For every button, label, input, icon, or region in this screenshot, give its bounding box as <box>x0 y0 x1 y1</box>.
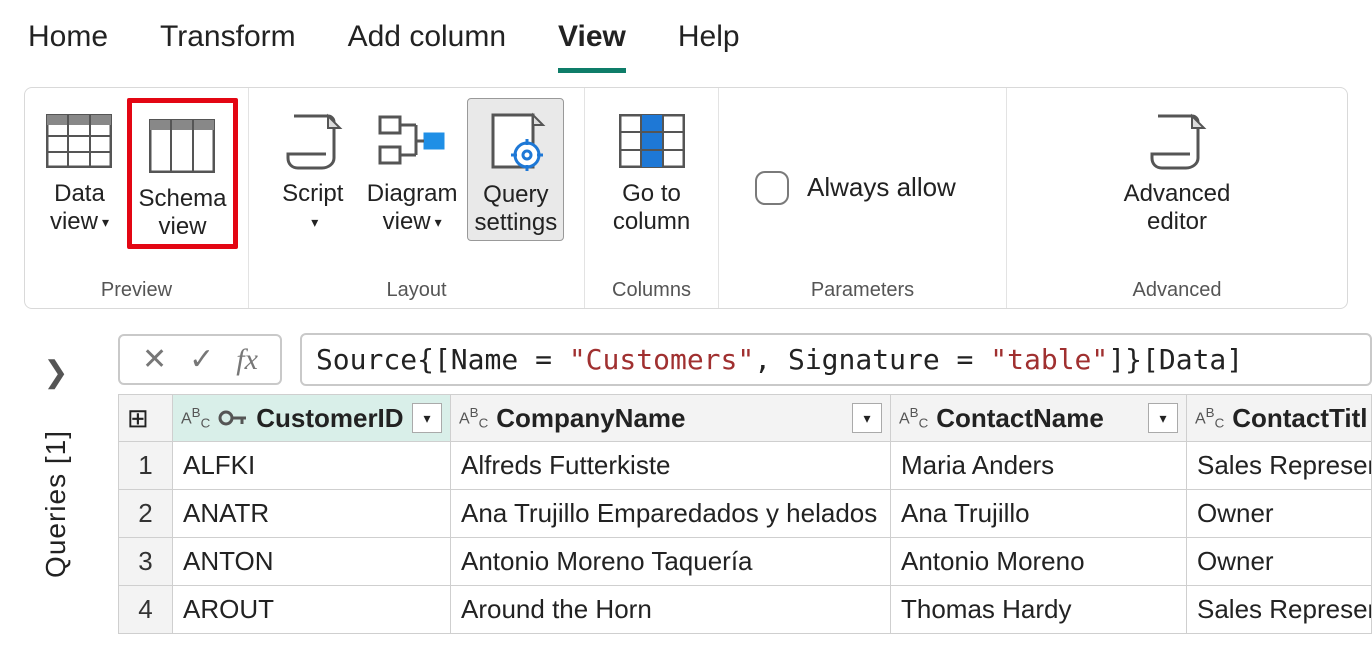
column-dropdown-icon[interactable]: ▾ <box>412 403 442 433</box>
ribbon: Data view▾ Schema view Preview Script ▾ <box>24 87 1348 309</box>
type-text-icon: ABC <box>181 405 210 431</box>
schema-view-icon <box>149 107 215 185</box>
type-text-icon: ABC <box>459 405 488 431</box>
chevron-down-icon: ▾ <box>102 214 109 230</box>
tab-home[interactable]: Home <box>28 20 108 73</box>
ribbon-group-advanced: Advanced editor Advanced <box>1007 88 1347 308</box>
chevron-down-icon: ▾ <box>311 214 318 230</box>
type-text-icon: ABC <box>1195 405 1224 431</box>
table-corner[interactable]: ⊞ <box>119 395 173 442</box>
formula-bar: ✕ ✓ fx Source{[Name = "Customers", Signa… <box>118 333 1372 386</box>
diagram-view-icon <box>376 102 448 180</box>
column-header-companyname[interactable]: ABC CompanyName ▾ <box>451 395 891 442</box>
expand-queries-icon[interactable]: ❯ <box>43 355 68 390</box>
column-header-contactname[interactable]: ABC ContactName ▾ <box>891 395 1187 442</box>
advanced-editor-button[interactable]: Advanced editor <box>1118 98 1237 239</box>
ribbon-group-parameters: Always allow Parameters <box>719 88 1007 308</box>
workspace: ❯ Queries [1] ✕ ✓ fx Source{[Name = "Cus… <box>0 333 1372 634</box>
cancel-formula-icon[interactable]: ✕ <box>142 342 167 377</box>
ribbon-group-preview: Data view▾ Schema view Preview <box>25 88 249 308</box>
script-icon <box>280 102 346 180</box>
tab-add-column[interactable]: Add column <box>348 20 506 73</box>
data-preview-table: ⊞ ABC CustomerID ▾ <box>118 394 1372 634</box>
tab-view[interactable]: View <box>558 20 626 73</box>
queries-pane-label[interactable]: Queries [1] <box>40 430 72 578</box>
group-label-columns: Columns <box>612 277 691 302</box>
data-view-button[interactable]: Data view▾ <box>35 98 123 239</box>
ribbon-tabs: Home Transform Add column View Help <box>0 0 1372 73</box>
query-settings-icon <box>483 103 549 181</box>
table-row[interactable]: 1 ALFKI Alfreds Futterkiste Maria Anders… <box>119 442 1372 490</box>
table-row[interactable]: 2 ANATR Ana Trujillo Emparedados y helad… <box>119 490 1372 538</box>
type-text-icon: ABC <box>899 405 928 431</box>
advanced-editor-icon <box>1144 102 1210 180</box>
tab-transform[interactable]: Transform <box>160 20 296 73</box>
always-allow-checkbox[interactable] <box>755 171 789 205</box>
fx-icon[interactable]: fx <box>236 343 258 377</box>
schema-view-button[interactable]: Schema view <box>127 98 237 249</box>
table-row[interactable]: 4 AROUT Around the Horn Thomas Hardy Sal… <box>119 586 1372 634</box>
ribbon-group-columns: Go to column Columns <box>585 88 719 308</box>
diagram-view-button[interactable]: Diagram view▾ <box>361 98 464 239</box>
data-view-icon <box>46 102 112 180</box>
column-header-contacttitle[interactable]: ABC ContactTitl <box>1187 395 1372 442</box>
formula-input[interactable]: Source{[Name = "Customers", Signature = … <box>300 333 1372 386</box>
queries-pane-collapsed: ❯ Queries [1] <box>0 333 112 634</box>
group-label-advanced: Advanced <box>1133 277 1222 302</box>
go-to-column-button[interactable]: Go to column <box>607 98 696 239</box>
tab-help[interactable]: Help <box>678 20 740 73</box>
script-button[interactable]: Script ▾ <box>269 98 357 239</box>
key-icon <box>218 408 248 428</box>
column-dropdown-icon[interactable]: ▾ <box>1148 403 1178 433</box>
table-icon: ⊞ <box>127 403 149 434</box>
ribbon-group-layout: Script ▾ Diagram view▾ Query settings La… <box>249 88 585 308</box>
column-header-customerid[interactable]: ABC CustomerID ▾ <box>173 395 451 442</box>
column-dropdown-icon[interactable]: ▾ <box>852 403 882 433</box>
go-to-column-icon <box>619 102 685 180</box>
chevron-down-icon: ▾ <box>435 214 442 230</box>
table-row[interactable]: 3 ANTON Antonio Moreno Taquería Antonio … <box>119 538 1372 586</box>
group-label-preview: Preview <box>101 277 172 302</box>
group-label-layout: Layout <box>386 277 446 302</box>
group-label-parameters: Parameters <box>811 277 914 302</box>
query-settings-button[interactable]: Query settings <box>467 98 564 241</box>
always-allow-label: Always allow <box>807 172 956 203</box>
commit-formula-icon[interactable]: ✓ <box>189 342 214 377</box>
